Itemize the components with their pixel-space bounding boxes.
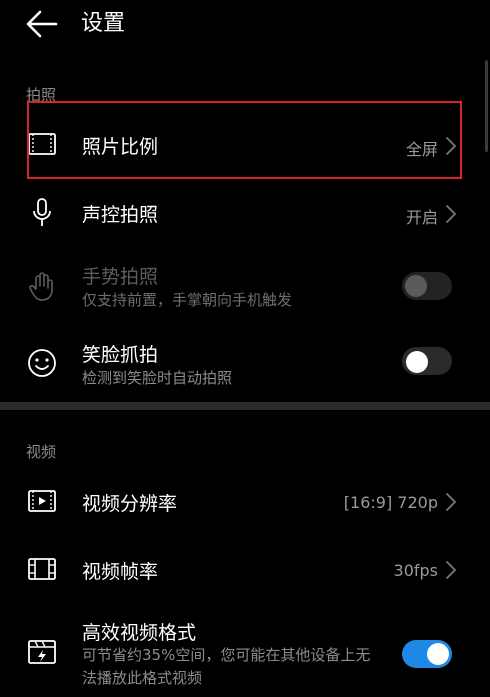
- smile-capture-toggle[interactable]: [402, 347, 452, 375]
- palm-icon: [24, 268, 60, 304]
- setting-subtitle: 可节省约35%空间，您可能在其他设备上无法播放此格式视频: [82, 646, 371, 687]
- setting-gesture-capture[interactable]: 手势拍照 仅支持前置，手掌朝向手机触发: [0, 252, 490, 322]
- section-divider: [0, 402, 490, 410]
- back-button[interactable]: [22, 6, 62, 42]
- section-label-video: 视频: [26, 443, 57, 461]
- setting-video-resolution[interactable]: 视频分辨率 [16:9] 720p: [0, 468, 490, 534]
- video-resolution-icon: [24, 483, 60, 519]
- setting-efficient-video-format[interactable]: 高效视频格式 可节省约35%空间，您可能在其他设备上无法播放此格式视频: [0, 610, 490, 697]
- app-header: 设置: [0, 0, 490, 48]
- gesture-capture-toggle[interactable]: [402, 272, 452, 300]
- setting-voice-capture[interactable]: 声控拍照 开启: [0, 180, 490, 246]
- toggle-knob: [405, 275, 427, 297]
- toggle-knob: [406, 351, 428, 373]
- toggle-knob: [427, 643, 449, 665]
- arrow-left-icon: [26, 10, 58, 38]
- setting-title: 声控拍照: [82, 204, 159, 226]
- chevron-right-icon: [446, 205, 456, 223]
- smiley-icon: [24, 345, 60, 381]
- film-strip-icon: [24, 551, 60, 587]
- highlight-box: [27, 101, 462, 179]
- setting-subtitle: 检测到笑脸时自动拍照: [82, 369, 233, 387]
- chevron-right-icon: [446, 493, 456, 511]
- efficient-video-format-toggle[interactable]: [402, 640, 452, 668]
- microphone-icon: [24, 195, 60, 231]
- setting-title: 视频分辨率: [82, 493, 178, 515]
- setting-value: 30fps: [393, 561, 438, 580]
- setting-title: 高效视频格式: [82, 622, 197, 644]
- setting-title: 视频帧率: [82, 561, 159, 583]
- setting-video-framerate[interactable]: 视频帧率 30fps: [0, 536, 490, 602]
- setting-value: [16:9] 720p: [343, 493, 438, 512]
- setting-title: 手势拍照: [82, 266, 159, 288]
- video-format-icon: [24, 634, 60, 670]
- setting-title: 笑脸抓拍: [82, 344, 159, 366]
- setting-value: 开启: [405, 208, 438, 227]
- setting-smile-capture[interactable]: 笑脸抓拍 检测到笑脸时自动拍照: [0, 330, 490, 400]
- page-title: 设置: [81, 11, 126, 36]
- chevron-right-icon: [446, 561, 456, 579]
- setting-subtitle: 仅支持前置，手掌朝向手机触发: [82, 291, 293, 309]
